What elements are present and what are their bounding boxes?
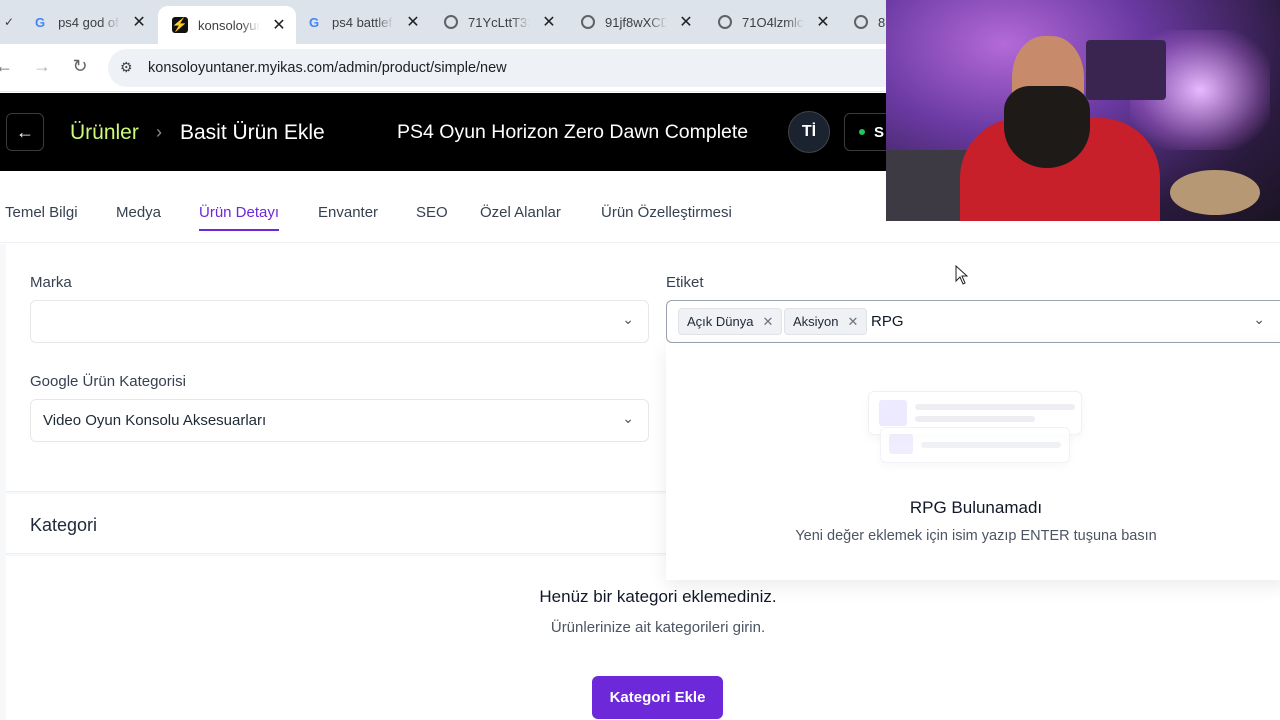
reload-icon[interactable]: ↻	[68, 56, 92, 77]
tab-title: 71O4lzmlc	[742, 14, 804, 30]
google-icon: G	[308, 14, 320, 30]
tab-urun-detayi[interactable]: Ürün Detayı	[199, 204, 280, 231]
tag-chip: Aksiyon ✕	[784, 308, 868, 335]
status-label: S	[874, 123, 885, 141]
tab-title: ps4 god of	[58, 14, 119, 30]
tab-search-chevron-icon[interactable]: ✓	[4, 15, 14, 29]
site-settings-icon[interactable]: ⚙	[120, 59, 133, 76]
browser-tab[interactable]: 91jf8wXCD ✕	[567, 6, 703, 38]
status-dot-icon	[859, 129, 865, 135]
remove-tag-icon[interactable]: ✕	[762, 314, 773, 330]
brand-select[interactable]: ⌄	[30, 300, 649, 343]
avatar[interactable]: Tİ	[788, 111, 830, 153]
tag-select[interactable]: Açık Dünya ✕ Aksiyon ✕ RPG ⌄	[666, 300, 1280, 343]
empty-illustration	[880, 427, 1070, 463]
google-category-select[interactable]: Video Oyun Konsolu Aksesuarları ⌄	[30, 399, 649, 442]
tab-envanter[interactable]: Envanter	[318, 204, 378, 229]
close-icon[interactable]: ✕	[816, 12, 830, 32]
category-empty-title: Henüz bir kategori eklemediniz.	[539, 587, 777, 606]
globe-icon	[718, 15, 732, 29]
globe-icon	[581, 15, 595, 29]
illustration-line	[915, 416, 1035, 422]
tab-ozel-alanlar[interactable]: Özel Alanlar	[480, 204, 561, 229]
browser-tab[interactable]: 71YcLttT3S ✕	[430, 6, 566, 38]
mouse-cursor-icon	[955, 265, 969, 285]
illustration-square	[879, 400, 907, 426]
remove-tag-icon[interactable]: ✕	[848, 314, 859, 330]
url-text[interactable]: konsoloyuntaner.myikas.com/admin/product…	[148, 60, 507, 76]
dropdown-empty-title: RPG Bulunamadı	[909, 498, 1043, 517]
browser-tab[interactable]: ✓ G ps4 god of ✕	[0, 6, 156, 38]
illustration-square	[889, 434, 913, 454]
dropdown-empty-hint: Yeni değer eklemek için isim yazıp ENTER…	[795, 528, 1157, 544]
illustration-line	[921, 442, 1061, 448]
close-icon[interactable]: ✕	[272, 15, 286, 35]
breadcrumb-current: Basit Ürün Ekle	[180, 121, 325, 144]
google-category-label: Google Ürün Kategorisi	[30, 373, 186, 390]
browser-tab[interactable]: G ps4 battlef ✕	[292, 6, 430, 38]
tab-temel-bilgi[interactable]: Temel Bilgi	[5, 204, 78, 229]
illustration-line	[915, 404, 1075, 410]
back-arrow-icon[interactable]: ←	[0, 56, 16, 77]
globe-icon	[444, 15, 458, 29]
tab-title: ps4 battlef	[332, 14, 392, 30]
category-empty-subtitle: Ürünlerinize ait kategorileri girin.	[550, 619, 766, 636]
close-icon[interactable]: ✕	[679, 12, 693, 32]
add-category-button[interactable]: Kategori Ekle	[592, 676, 723, 719]
tag-input[interactable]: RPG	[871, 313, 904, 330]
browser-tab[interactable]: 71O4lzmlc ✕	[704, 6, 840, 38]
webcam-person-beard	[1004, 86, 1090, 168]
chevron-down-icon: ⌄	[622, 410, 634, 426]
forward-arrow-icon[interactable]: →	[30, 56, 54, 77]
tag-chip: Açık Dünya ✕	[678, 308, 783, 335]
webcam-background-shelf	[1086, 40, 1166, 100]
browser-tab-active[interactable]: ⚡ konsoloyun ✕	[158, 6, 296, 44]
tab-urun-ozellestirmesi[interactable]: Ürün Özelleştirmesi	[601, 204, 732, 229]
brand-label: Marka	[30, 274, 72, 291]
chevron-down-icon: ⌄	[622, 311, 634, 327]
product-title: PS4 Oyun Horizon Zero Dawn Complete	[397, 121, 749, 143]
tag-chip-label: Açık Dünya	[687, 314, 754, 329]
webcam-cat	[1170, 170, 1260, 215]
google-icon: G	[35, 14, 46, 30]
tab-title: 91jf8wXCD	[605, 14, 667, 30]
close-icon[interactable]: ✕	[132, 12, 146, 32]
tab-seo[interactable]: SEO	[416, 204, 448, 229]
back-button[interactable]: ←	[6, 113, 44, 151]
globe-icon	[854, 15, 868, 29]
chevron-down-icon[interactable]: ⌄	[1253, 311, 1265, 328]
arrow-left-icon: ←	[16, 121, 34, 142]
tab-medya[interactable]: Medya	[116, 204, 161, 229]
tag-chip-label: Aksiyon	[793, 314, 839, 329]
google-category-value: Video Oyun Konsolu Aksesuarları	[43, 412, 267, 429]
breadcrumb-products[interactable]: Ürünler	[70, 121, 139, 145]
chevron-right-icon: ›	[156, 122, 162, 142]
tag-label: Etiket	[666, 274, 704, 291]
category-section-title: Kategori	[30, 515, 98, 535]
tag-dropdown: RPG Bulunamadı Yeni değer eklemek için i…	[666, 343, 1280, 580]
webcam-overlay	[886, 0, 1280, 221]
tab-title: konsoloyun	[198, 17, 260, 33]
bolt-icon: ⚡	[171, 17, 189, 33]
close-icon[interactable]: ✕	[406, 12, 420, 32]
tab-title: 71YcLttT3S	[468, 14, 530, 30]
close-icon[interactable]: ✕	[542, 12, 556, 32]
